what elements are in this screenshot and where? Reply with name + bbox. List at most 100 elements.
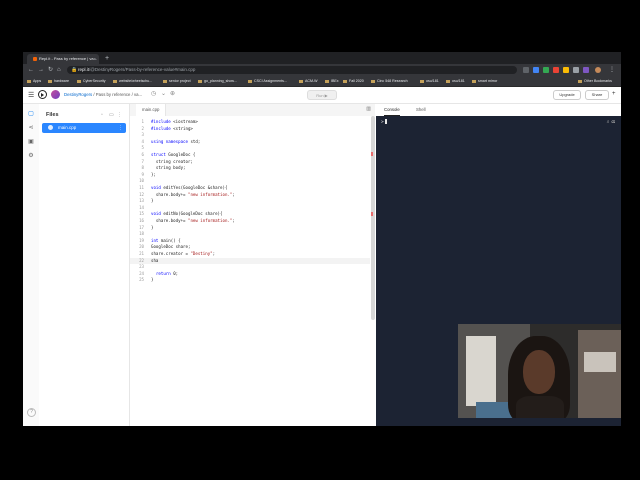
code-text: share.body+= "new information.";	[151, 218, 235, 223]
editor-scrollbar[interactable]	[371, 116, 375, 320]
code-line[interactable]: 12 share.body+= "new information.";	[130, 192, 370, 199]
tab-console[interactable]: Console	[384, 104, 400, 116]
extension-icon[interactable]	[553, 67, 559, 73]
code-line[interactable]: 25}	[130, 277, 370, 284]
line-number: 12	[139, 191, 144, 197]
code-line[interactable]: 17}	[130, 225, 370, 232]
menu-icon[interactable]: ☰	[28, 91, 34, 99]
upgrade-button[interactable]: Upgrade	[553, 90, 581, 100]
code-line[interactable]: 23	[130, 264, 370, 271]
line-number: 6	[141, 152, 144, 157]
other-bookmarks[interactable]: Other Bookmarks	[578, 76, 612, 86]
code-line[interactable]: 10	[130, 178, 370, 185]
new-repl-button[interactable]: +	[612, 90, 616, 99]
back-icon[interactable]: ←	[28, 64, 34, 76]
code-line[interactable]: 22 sha	[130, 257, 370, 265]
code-line[interactable]: 3	[130, 132, 370, 139]
file-more-icon[interactable]: ⋮	[118, 123, 123, 133]
code-line[interactable]: 8 string body;	[130, 165, 370, 172]
bookmark-item[interactable]: Apps	[27, 76, 41, 86]
extension-icon[interactable]	[533, 67, 539, 73]
tab-shell[interactable]: Shell	[416, 104, 426, 116]
bookmark-item[interactable]: CSCI Assignments...	[248, 76, 287, 86]
code-line[interactable]: 16 share.body+= "new information.";	[130, 218, 370, 225]
profile-avatar[interactable]	[595, 67, 601, 73]
browser-tab[interactable]: Repl.it - Pass by reference | va... ×	[27, 54, 99, 64]
console-search-icon[interactable]: ⌕ ⌫	[607, 119, 615, 125]
editor-tab-main-cpp[interactable]: main.cpp	[136, 104, 167, 116]
packages-icon[interactable]: ▣	[27, 138, 35, 146]
code-line[interactable]: 15 void editNo(GoogleDoc share){	[130, 211, 370, 218]
code-text: int main() {	[151, 237, 181, 243]
code-text: #include <string>	[151, 125, 193, 131]
files-more-icon[interactable]: ⋮	[117, 112, 122, 118]
bookmark-item[interactable]: CyberSecurity	[77, 76, 106, 86]
code-line[interactable]: 20 GoogleDoc share;	[130, 244, 370, 251]
replit-favicon-icon	[33, 56, 37, 61]
code-line[interactable]: 6 struct GoogleDoc {	[130, 152, 370, 159]
code-text: }	[151, 224, 154, 230]
line-number: 17	[139, 224, 144, 230]
extension-icon[interactable]	[583, 67, 589, 73]
share-icon[interactable]: ⋖	[27, 124, 35, 132]
code-line[interactable]: 9};	[130, 172, 370, 179]
code-line[interactable]: 18	[130, 231, 370, 238]
bookmark-item[interactable]: IBEx	[325, 76, 339, 86]
forward-icon[interactable]: →	[38, 64, 44, 76]
code-text: share.creator = "Destiny";	[151, 251, 216, 256]
code-text: GoogleDoc share;	[151, 244, 191, 250]
bookmark-item[interactable]: Fall 2020	[343, 76, 364, 86]
bookmark-item[interactable]: go_planning_show...	[198, 76, 237, 86]
history-icon[interactable]: ◷	[151, 90, 156, 99]
file-item-main-cpp[interactable]: main.cpp ⋮	[42, 123, 126, 133]
chevron-down-icon[interactable]: ⌄	[161, 90, 166, 99]
code-line[interactable]: 19 int main() {	[130, 238, 370, 245]
code-line[interactable]: 1 #include <iostream>	[130, 119, 370, 126]
line-number: 18	[139, 231, 144, 237]
bookmark-item[interactable]: osu/181	[446, 76, 465, 86]
new-file-icon[interactable]: ▫	[101, 112, 103, 118]
code-line[interactable]: 4 using namespace std;	[130, 139, 370, 146]
line-number: 9	[141, 171, 144, 177]
browser-menu-icon[interactable]: ⋮	[609, 64, 615, 76]
bookmark-item[interactable]: ACM-W	[299, 76, 318, 86]
new-tab-button[interactable]: +	[105, 54, 109, 64]
home-icon[interactable]: ⌂	[57, 64, 61, 76]
repl-name[interactable]: Pass by reference / va...	[96, 92, 142, 97]
code-line[interactable]: 2 #include <string>	[130, 126, 370, 133]
user-avatar[interactable]	[51, 90, 60, 99]
code-line[interactable]: 21 share.creator = "Destiny";	[130, 251, 370, 258]
bookmark-item[interactable]: osu/181	[420, 76, 439, 86]
code-line[interactable]: 5	[130, 145, 370, 152]
tab-close-icon[interactable]: ×	[94, 54, 96, 64]
code-line[interactable]: 11 void editYes(GoogleDoc &share){	[130, 185, 370, 192]
share-button[interactable]: Share	[585, 90, 609, 100]
code-text: struct GoogleDoc {	[151, 152, 196, 157]
settings-icon[interactable]: ⚙	[27, 152, 35, 160]
help-icon[interactable]: ?	[27, 408, 36, 417]
code-line[interactable]: 24 return 0;	[130, 271, 370, 278]
add-icon[interactable]: ⊕	[170, 90, 175, 99]
code-line[interactable]: 14	[130, 205, 370, 212]
run-button[interactable]: Run ▶	[307, 90, 337, 100]
breadcrumb-user[interactable]: DestinyRogers	[64, 92, 92, 97]
extension-icon[interactable]	[523, 67, 529, 73]
files-icon[interactable]: ▢	[27, 110, 35, 118]
extension-icon[interactable]	[573, 67, 579, 73]
line-number: 19	[139, 237, 144, 243]
address-bar[interactable]: 🔒 repl.it/@DestinyRogers/Pass-by-referen…	[67, 66, 517, 74]
bookmark-item[interactable]: Cinc 548 Research	[371, 76, 408, 86]
extension-icon[interactable]	[543, 67, 549, 73]
bookmark-item[interactable]: smart mirror	[472, 76, 497, 86]
code-editor[interactable]: 1 #include <iostream> 2 #include <string> 3 4…	[130, 116, 375, 426]
bookmark-item[interactable]: senior project	[163, 76, 191, 86]
bookmark-item[interactable]: hardware	[48, 76, 69, 86]
extension-icon[interactable]	[563, 67, 569, 73]
code-line[interactable]: 13}	[130, 198, 370, 205]
editor-layout-icon[interactable]: ▥	[366, 106, 371, 112]
reload-icon[interactable]: ↻	[48, 64, 53, 76]
new-folder-icon[interactable]: ▭	[109, 112, 114, 118]
code-line[interactable]: 7 string creator;	[130, 159, 370, 166]
bookmark-item[interactable]: website/wheelschu...	[113, 76, 152, 86]
replit-logo-icon[interactable]	[38, 90, 47, 99]
